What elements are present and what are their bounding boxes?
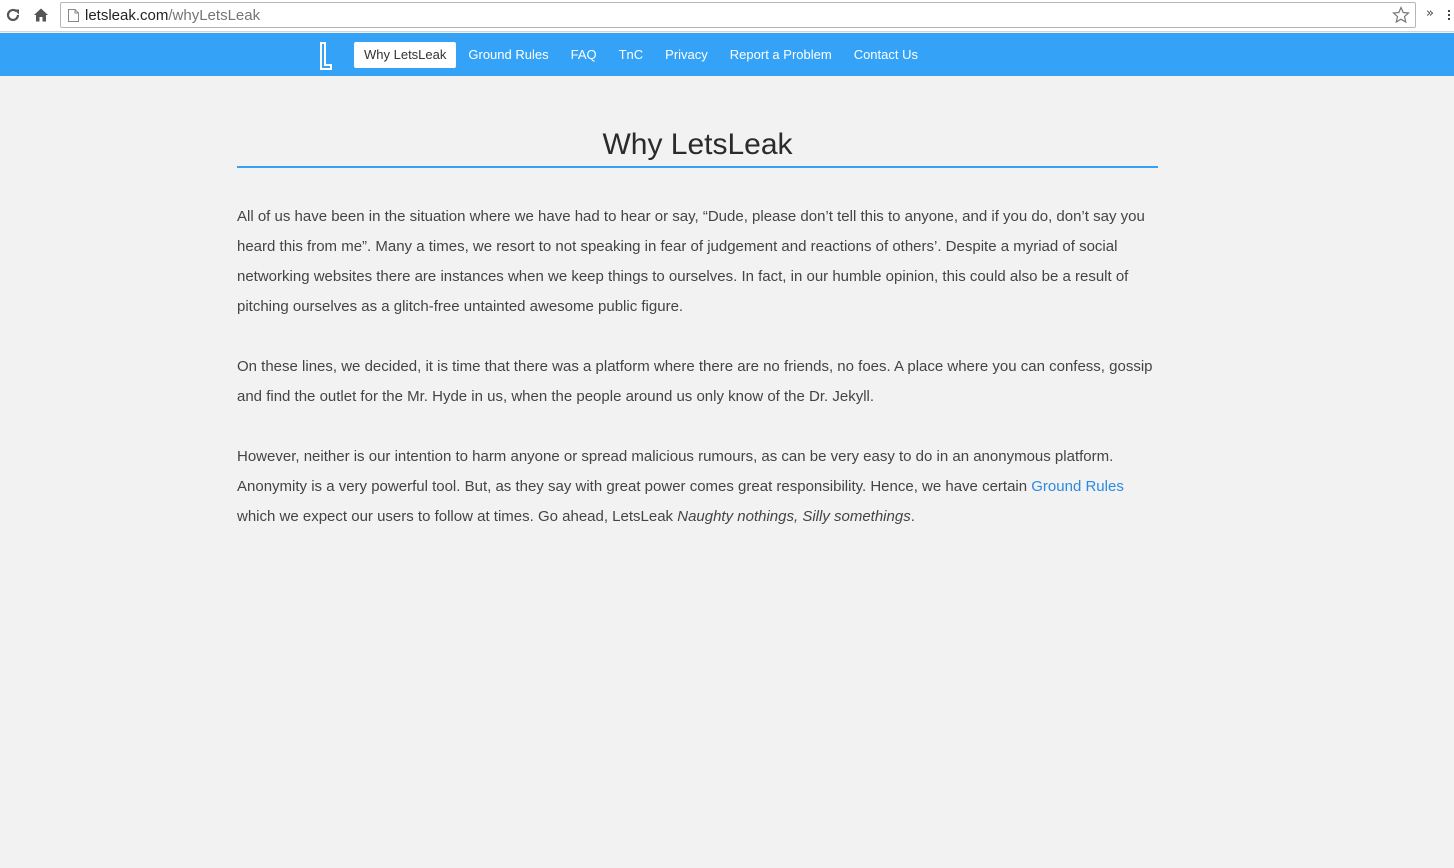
letsleak-logo-icon[interactable] xyxy=(318,41,334,71)
nav-item-faq[interactable]: FAQ xyxy=(560,42,608,68)
nav-item-contact-us[interactable]: Contact Us xyxy=(843,42,929,68)
article-body: All of us have been in the situation whe… xyxy=(237,202,1158,532)
page-icon xyxy=(67,8,79,22)
browser-toolbar: letsleak.com/whyLetsLeak » xyxy=(0,0,1454,32)
tagline: Naughty nothings, Silly somethings xyxy=(677,508,911,525)
nav-item-tnc[interactable]: TnC xyxy=(608,42,655,68)
page-title: Why LetsLeak xyxy=(237,118,1158,168)
url-domain: letsleak.com xyxy=(85,6,169,24)
nav-item-report-a-problem[interactable]: Report a Problem xyxy=(719,42,843,68)
paragraph-text-part: However, neither is our intention to har… xyxy=(237,448,1114,495)
paragraph-intro: All of us have been in the situation whe… xyxy=(237,208,1145,315)
paragraph-text-part: which we expect our users to follow at t… xyxy=(237,508,678,525)
extensions-overflow-icon[interactable]: » xyxy=(1426,6,1434,21)
ground-rules-link[interactable]: Ground Rules xyxy=(1031,478,1124,495)
main-content: Why LetsLeak All of us have been in the … xyxy=(237,118,1158,562)
home-icon[interactable] xyxy=(32,6,50,24)
bookmark-star-icon[interactable] xyxy=(1391,5,1411,25)
paragraph-text-part: . xyxy=(910,508,915,525)
url-path: /whyLetsLeak xyxy=(168,6,261,24)
paragraph-responsibility: However, neither is our intention to har… xyxy=(237,442,1158,532)
paragraph-platform: On these lines, we decided, it is time t… xyxy=(237,358,1153,405)
nav-item-ground-rules[interactable]: Ground Rules xyxy=(457,42,559,68)
site-navbar: Why LetsLeak Ground Rules FAQ TnC Privac… xyxy=(0,33,1454,76)
nav-menu: Why LetsLeak Ground Rules FAQ TnC Privac… xyxy=(354,42,929,68)
nav-item-why-letsleak[interactable]: Why LetsLeak xyxy=(354,42,457,68)
reload-icon[interactable] xyxy=(4,6,22,24)
browser-menu-icon[interactable] xyxy=(1446,6,1452,24)
address-bar[interactable]: letsleak.com/whyLetsLeak xyxy=(60,2,1416,28)
nav-item-privacy[interactable]: Privacy xyxy=(654,42,719,68)
url-text[interactable]: letsleak.com/whyLetsLeak xyxy=(85,7,260,24)
